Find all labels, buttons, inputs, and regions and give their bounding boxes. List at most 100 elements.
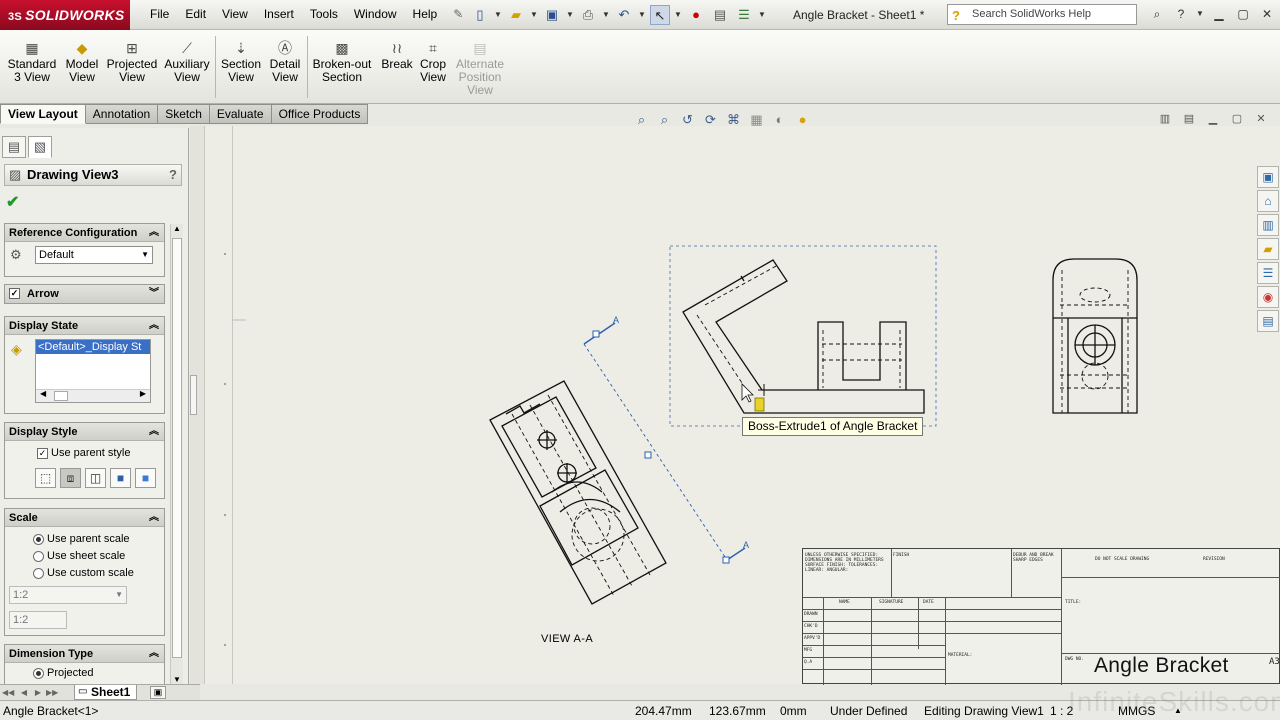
configuration-select[interactable]: Default ▼ xyxy=(35,246,153,264)
section-line[interactable]: A A xyxy=(583,315,749,564)
minimize-icon[interactable]: ▁ xyxy=(1210,5,1228,23)
scroll-left-icon[interactable]: ◀ xyxy=(40,389,46,398)
scroll-up-icon[interactable]: ▲ xyxy=(173,224,181,233)
add-sheet-icon[interactable]: ▣ xyxy=(150,686,166,699)
scroll-down-icon[interactable]: ▼ xyxy=(173,675,181,684)
menu-insert[interactable]: Insert xyxy=(256,7,302,21)
restore-icon[interactable]: ▢ xyxy=(1234,5,1252,23)
group-header[interactable]: Display Style ︽ xyxy=(5,423,164,441)
ok-check-icon[interactable]: ✔ xyxy=(6,192,19,212)
scroll-right-icon[interactable]: ▶ xyxy=(140,389,146,398)
help-button[interactable]: ? xyxy=(169,165,177,185)
file-properties-icon[interactable]: ▤ xyxy=(710,5,730,25)
projected-view-button[interactable]: ⊞ Projected View xyxy=(106,40,158,84)
menu-help[interactable]: Help xyxy=(405,7,446,21)
detail-view-button[interactable]: Ⓐ Detail View xyxy=(266,40,304,84)
close-icon[interactable]: ✕ xyxy=(1258,5,1276,23)
solidworks-logo[interactable]: 3S SOLIDWORKS xyxy=(0,0,130,30)
model-view-button[interactable]: ◆ Model View xyxy=(62,40,102,84)
tab-evaluate[interactable]: Evaluate xyxy=(209,104,272,124)
next-sheet-icon[interactable]: ▶ xyxy=(32,686,44,699)
select-arrow-icon[interactable]: ↖ xyxy=(650,5,670,25)
print-dropdown-icon[interactable]: ▼ xyxy=(602,5,610,25)
undo-icon[interactable]: ↶ xyxy=(614,5,634,25)
pin-icon[interactable]: ✎ xyxy=(445,7,471,21)
save-icon[interactable]: ▣ xyxy=(542,5,562,25)
doc-minimize-icon[interactable]: ▁ xyxy=(1204,112,1222,126)
scrollbar-thumb[interactable] xyxy=(172,238,182,658)
last-sheet-icon[interactable]: ▶▶ xyxy=(46,686,58,699)
break-button[interactable]: ≀≀ Break xyxy=(379,40,415,71)
property-manager-tab-icon[interactable]: ▧ xyxy=(28,136,52,158)
doc-restore-icon[interactable]: ▢ xyxy=(1228,112,1246,126)
front-view[interactable] xyxy=(669,245,937,427)
prev-sheet-icon[interactable]: ◀ xyxy=(18,686,30,699)
collapse-icon[interactable]: ︽ xyxy=(149,317,159,335)
use-parent-scale-radio[interactable]: Use parent scale xyxy=(31,531,160,548)
tab-view-layout[interactable]: View Layout xyxy=(0,104,86,124)
new-dropdown-icon[interactable]: ▼ xyxy=(494,5,502,25)
use-custom-scale-radio[interactable]: Use custom scale xyxy=(31,565,160,582)
scrollbar-thumb[interactable] xyxy=(54,391,68,401)
expand-icon[interactable]: ︾ xyxy=(149,285,159,303)
group-header[interactable]: Scale ︽ xyxy=(5,509,164,527)
hidden-lines-visible-icon[interactable]: ⧈ xyxy=(60,468,81,488)
display-state-list[interactable]: <Default>_Display St ◀ ▶ xyxy=(35,339,151,403)
print-icon[interactable]: ⎙ xyxy=(578,5,598,25)
open-folder-icon[interactable]: ▰ xyxy=(506,5,526,25)
section-line-handle[interactable] xyxy=(592,330,600,338)
new-document-icon[interactable]: ▯ xyxy=(470,5,490,25)
right-view[interactable] xyxy=(1052,258,1138,414)
menu-tools[interactable]: Tools xyxy=(302,7,346,21)
horizontal-scrollbar[interactable]: ◀ ▶ xyxy=(36,389,150,402)
collapse-icon[interactable]: ︽ xyxy=(149,224,159,242)
alternate-position-view-button[interactable]: ▤ Alternate Position View xyxy=(452,40,508,97)
standard-3-view-button[interactable]: ▦ Standard 3 View xyxy=(6,40,58,84)
tab-annotation[interactable]: Annotation xyxy=(85,104,159,124)
custom-scale-input[interactable]: 1:2 xyxy=(9,611,67,629)
search-magnifier-icon[interactable]: ⌕ xyxy=(1148,5,1166,23)
menu-window[interactable]: Window xyxy=(346,7,405,21)
group-header[interactable]: Reference Configuration ︽ xyxy=(5,224,164,242)
open-dropdown-icon[interactable]: ▼ xyxy=(530,5,538,25)
menu-file[interactable]: File xyxy=(142,7,177,21)
auxiliary-view-button[interactable]: ⟋ Auxiliary View xyxy=(162,40,212,84)
collapse-icon[interactable]: ︽ xyxy=(149,509,159,527)
hidden-lines-removed-icon[interactable]: ◫ xyxy=(85,468,106,488)
custom-scale-select[interactable]: 1:2 ▼ xyxy=(9,586,127,604)
use-parent-style-checkbox[interactable]: ✓ Use parent style xyxy=(35,445,160,462)
menu-edit[interactable]: Edit xyxy=(177,7,214,21)
panel-scrollbar[interactable]: ▲ ▼ xyxy=(170,224,183,684)
shaded-icon[interactable]: ■ xyxy=(135,468,156,488)
undo-dropdown-icon[interactable]: ▼ xyxy=(638,5,646,25)
search-help-input[interactable]: ? Search SolidWorks Help xyxy=(947,4,1137,25)
doc-close-icon[interactable]: ✕ xyxy=(1252,112,1270,126)
options-dropdown-icon[interactable]: ▼ xyxy=(758,5,766,25)
sheet-tab[interactable]: ▭ Sheet1 xyxy=(74,685,138,700)
crop-view-button[interactable]: ⌗ Crop View xyxy=(417,40,449,84)
collapse-icon[interactable]: ︽ xyxy=(149,645,159,663)
panel-resize-handle[interactable] xyxy=(190,375,197,415)
save-dropdown-icon[interactable]: ▼ xyxy=(566,5,574,25)
arrow-checkbox[interactable]: ✓ xyxy=(9,288,20,299)
section-line-handle[interactable] xyxy=(644,451,652,459)
help-dropdown-icon[interactable]: ▼ xyxy=(1196,5,1204,23)
first-sheet-icon[interactable]: ◀◀ xyxy=(2,686,14,699)
section-view-button[interactable]: ⇣ Section View xyxy=(219,40,263,84)
help-icon[interactable]: ? xyxy=(1172,5,1190,23)
wireframe-icon[interactable]: ⬚ xyxy=(35,468,56,488)
group-header[interactable]: ✓ Arrow ︾ xyxy=(5,285,164,303)
feature-manager-tab-icon[interactable]: ▤ xyxy=(2,136,26,158)
use-sheet-scale-radio[interactable]: Use sheet scale xyxy=(31,548,160,565)
shaded-with-edges-icon[interactable]: ■ xyxy=(110,468,131,488)
rebuild-traffic-light-icon[interactable]: ● xyxy=(686,5,706,25)
tab-sketch[interactable]: Sketch xyxy=(158,104,210,124)
tile-horizontal-icon[interactable]: ▥ xyxy=(1156,112,1174,126)
section-view-a-a[interactable] xyxy=(489,380,667,605)
group-header[interactable]: Display State ︽ xyxy=(5,317,164,335)
options-icon[interactable]: ☰ xyxy=(734,5,754,25)
section-line-handle[interactable] xyxy=(722,556,730,564)
group-header[interactable]: Dimension Type ︽ xyxy=(5,645,164,663)
broken-out-section-button[interactable]: ▩ Broken-out Section xyxy=(311,40,373,84)
menu-view[interactable]: View xyxy=(214,7,256,21)
